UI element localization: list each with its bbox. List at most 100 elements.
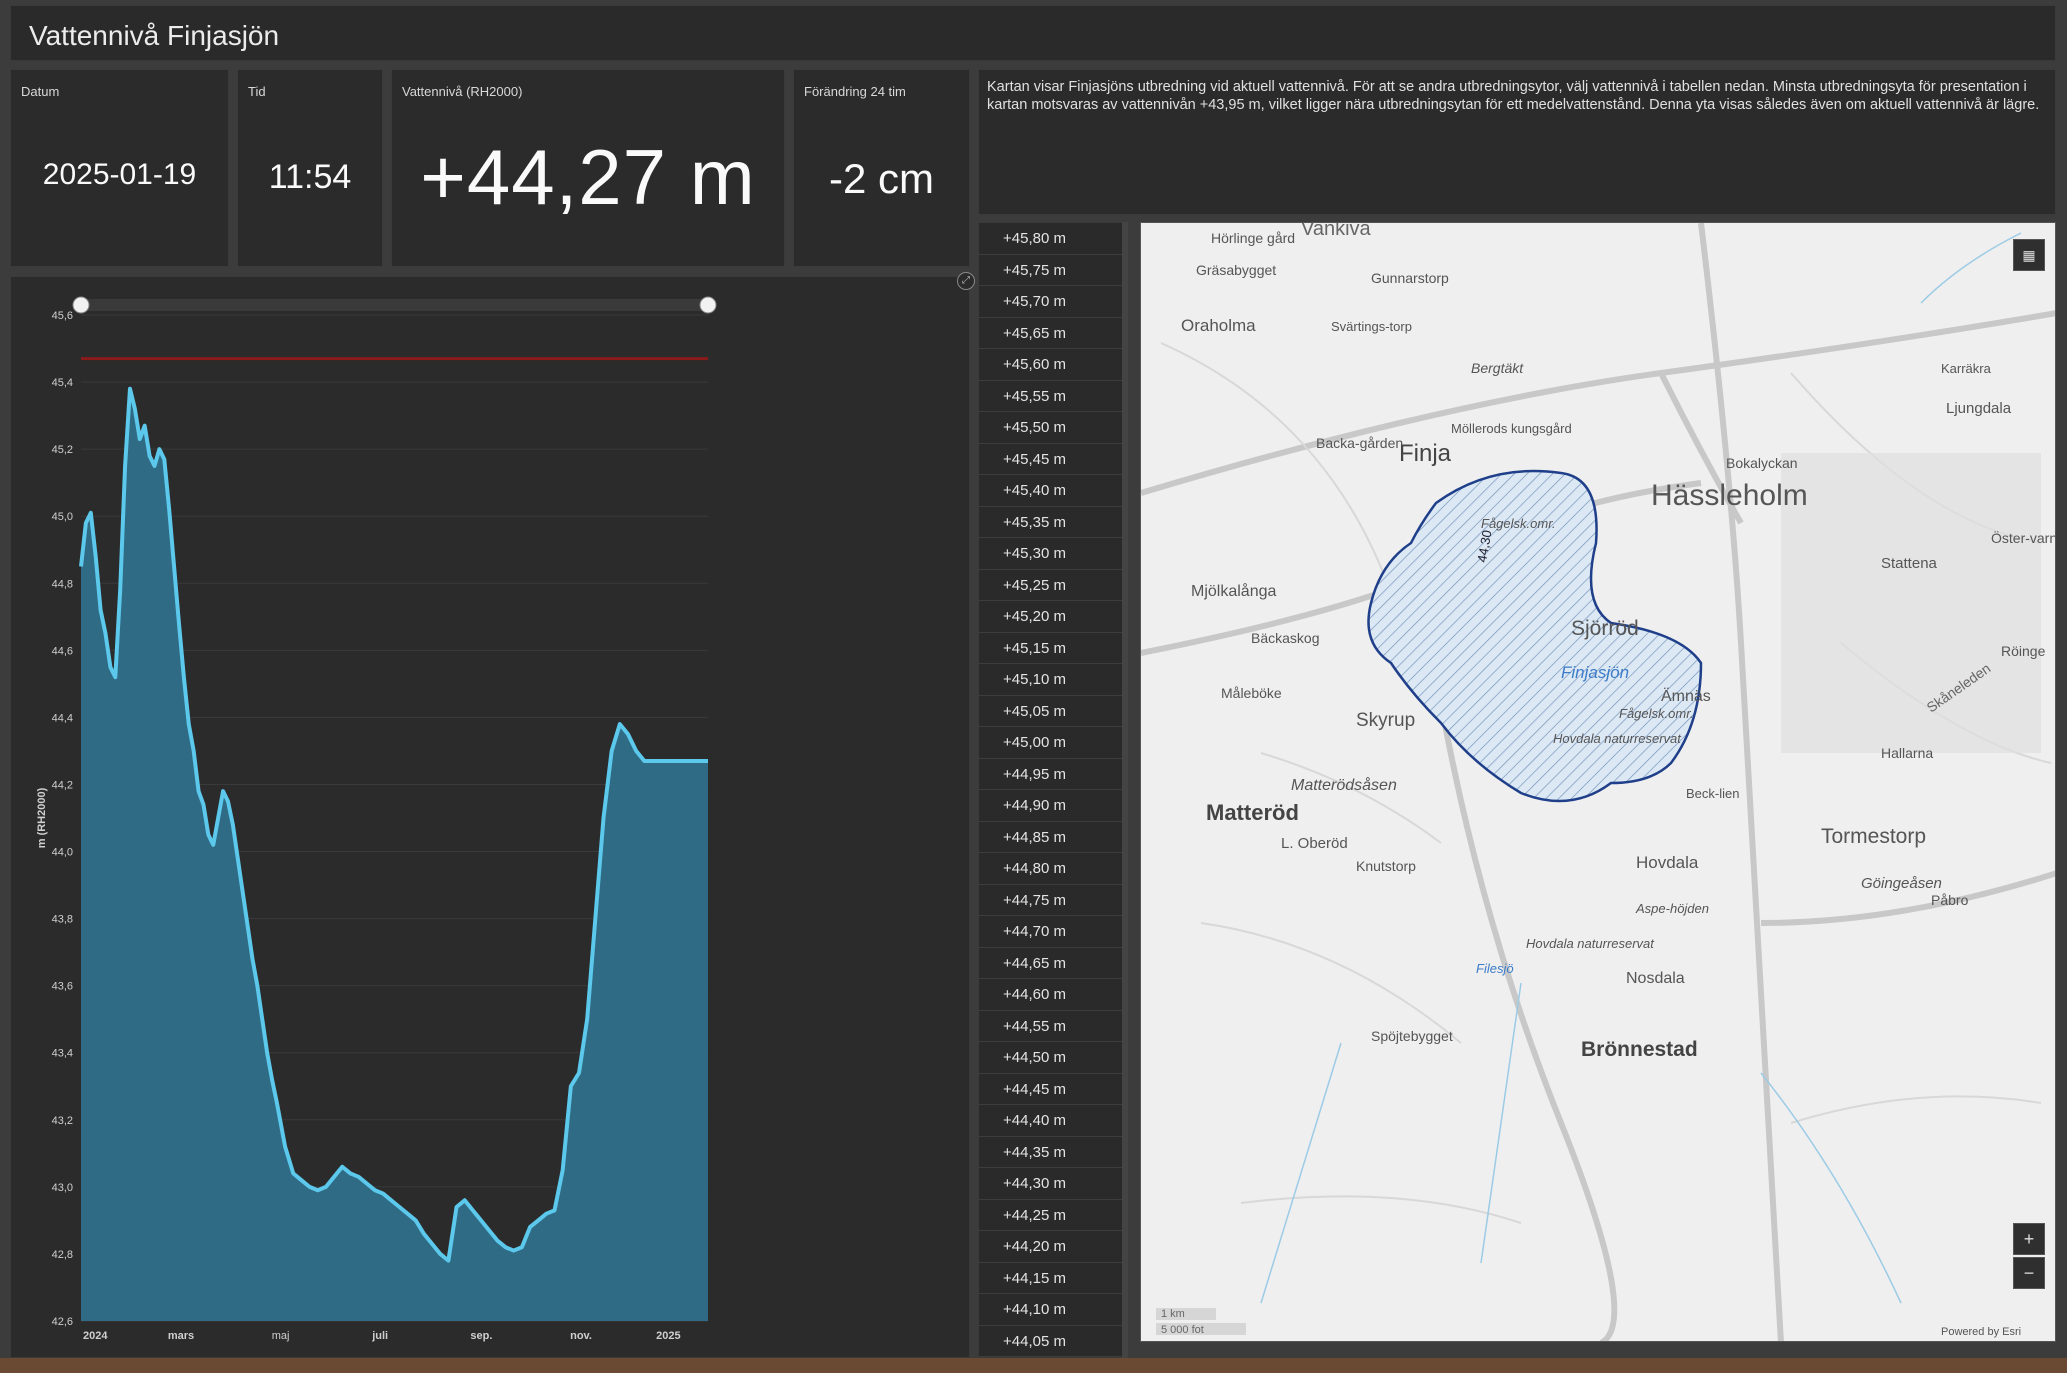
map-label-hovdala-nr: Hovdala naturreservat [1553,731,1682,746]
map-label-hovdala: Hovdala [1636,853,1699,872]
level-row[interactable]: +45,35 m [979,506,1127,538]
map-label-svartingstorp: Svärtings-torp [1331,319,1412,334]
level-row[interactable]: +45,25 m [979,569,1127,601]
level-row[interactable]: +44,15 m [979,1262,1127,1294]
level-row[interactable]: +44,95 m [979,758,1127,790]
map-label-matterodsasen: Matterödsåsen [1291,776,1397,794]
range-end-handle[interactable] [699,296,717,314]
level-row[interactable]: +45,75 m [979,254,1127,286]
map-label-horlinge: Hörlinge gård [1211,230,1295,246]
level-row[interactable]: +44,80 m [979,853,1127,885]
level-row[interactable]: +45,30 m [979,538,1127,570]
level-row[interactable]: +44,35 m [979,1136,1127,1168]
level-row[interactable]: +45,00 m [979,727,1127,759]
map-label-pabro: Påbro [1931,892,1969,908]
y-tick-label: 45,2 [52,444,73,456]
map-label-filesjo: Filesjö [1476,961,1514,976]
level-row[interactable]: +44,40 m [979,1105,1127,1137]
map-label-nosdala: Nosdala [1626,970,1685,987]
range-start-handle[interactable] [72,296,90,314]
map-label-bokalyckan: Bokalyckan [1726,455,1798,471]
x-tick-label: 2025 [656,1330,680,1342]
y-tick-label: 43,8 [52,914,73,926]
kpi-vattenniva: Vattennivå (RH2000) +44,27 m [391,69,785,267]
level-row[interactable]: +44,60 m [979,979,1127,1011]
series-area [81,388,708,1321]
kpi-tid-value: 11:54 [268,158,352,196]
level-row[interactable]: +44,05 m [979,1325,1127,1357]
level-row[interactable]: +44,50 m [979,1042,1127,1074]
level-row[interactable]: +45,50 m [979,412,1127,444]
info-panel: Kartan visar Finjasjöns utbredning vid a… [978,69,2056,215]
y-tick-label: 42,6 [52,1316,73,1328]
level-row[interactable]: +45,05 m [979,695,1127,727]
level-row[interactable]: +44,20 m [979,1231,1127,1263]
level-row[interactable]: +45,70 m [979,286,1127,318]
basemap-gallery-icon[interactable]: ▦ [2013,239,2045,271]
map-label-backaskog: Bäckaskog [1251,630,1319,646]
map-canvas[interactable]: Hörlinge gård Vankiva Gräsabygget Gunnar… [1141,223,2056,1342]
map-label-aspehojden: Aspe-höjden [1635,901,1709,916]
level-row[interactable]: +45,15 m [979,632,1127,664]
chart-panel: 45,6 45,4 45,2 45,0 44,8 44,6 44,4 44,2 44,0 43,8… [10,276,970,1358]
x-tick-label: 2024 [83,1330,108,1342]
expand-icon[interactable]: ⤢ [957,272,975,290]
zoom-in-button[interactable]: + [2013,1223,2045,1255]
level-row[interactable]: +45,10 m [979,664,1127,696]
y-tick-label: 45,6 [52,310,73,322]
map-panel[interactable]: Hörlinge gård Vankiva Gräsabygget Gunnar… [1140,222,2056,1342]
kpi-datum-label: Datum [21,84,60,99]
y-tick-label: 43,2 [52,1115,73,1127]
map-label-goingeasen: Göingeåsen [1861,875,1942,892]
list-scrollbar[interactable] [1122,222,1128,1358]
level-row[interactable]: +44,65 m [979,947,1127,979]
y-tick-label: 42,8 [52,1249,73,1261]
x-tick-label: sep. [470,1330,492,1342]
range-slider-track [81,299,708,311]
level-row[interactable]: +45,55 m [979,380,1127,412]
map-label-fagel2: Fågelsk.omr. [1619,706,1694,721]
map-label-sjorrod: Sjörröd [1571,617,1639,640]
kpi-tid: Tid 11:54 [237,69,383,267]
level-row[interactable]: +45,60 m [979,349,1127,381]
y-tick-label: 44,6 [52,645,73,657]
level-row[interactable]: +44,85 m [979,821,1127,853]
map-attribution[interactable]: Powered by Esri [1941,1326,2021,1338]
level-row[interactable]: +44,10 m [979,1294,1127,1326]
map-label-spojtebygget: Spöjtebygget [1371,1028,1453,1044]
level-row[interactable]: +45,45 m [979,443,1127,475]
level-row[interactable]: +44,45 m [979,1073,1127,1105]
x-tick-label: mars [168,1330,194,1342]
level-row[interactable]: +45,40 m [979,475,1127,507]
town-area [1781,453,2041,753]
level-row[interactable]: +44,55 m [979,1010,1127,1042]
level-row[interactable]: +44,70 m [979,916,1127,948]
level-row[interactable]: +44,25 m [979,1199,1127,1231]
map-label-backagarden: Backa-gården [1316,435,1403,451]
zoom-out-button[interactable]: − [2013,1257,2045,1289]
map-label-bronnestad: Brönnestad [1581,1038,1698,1061]
level-row[interactable]: +44,30 m [979,1168,1127,1200]
map-label-maleboke: Måleböke [1221,685,1282,701]
map-label-fagel1: Fågelsk.omr. [1481,516,1556,531]
map-label-bergtakt: Bergtäkt [1471,360,1524,376]
level-row[interactable]: +44,90 m [979,790,1127,822]
level-row[interactable]: +45,65 m [979,317,1127,349]
map-label-vankiva: Vankiva [1301,223,1372,240]
map-label-matterod: Matteröd [1206,800,1299,825]
level-row[interactable]: +45,20 m [979,601,1127,633]
level-row[interactable]: +44,75 m [979,884,1127,916]
level-list[interactable]: +45,80 m +45,75 m +45,70 m +45,65 m +45,60 m… [978,222,1128,1358]
kpi-forandring: Förändring 24 tim -2 cm [793,69,970,267]
map-label-grasabygget: Gräsabygget [1196,262,1276,278]
kpi-forandring-value: -2 cm [829,155,934,202]
x-tick-label: nov. [570,1330,592,1342]
map-label-gunnarstorp: Gunnarstorp [1371,270,1449,286]
y-axis-label: m (RH2000) [36,787,48,848]
map-label-skyrup: Skyrup [1356,710,1415,731]
map-label-hallarna: Hallarna [1881,745,1933,761]
level-row[interactable]: +45,80 m [979,223,1127,255]
map-label-mollerod: Möllerods kungsgård [1451,421,1572,436]
y-tick-label: 44,8 [52,578,73,590]
page-title: Vattennivå Finjasjön [29,20,280,51]
